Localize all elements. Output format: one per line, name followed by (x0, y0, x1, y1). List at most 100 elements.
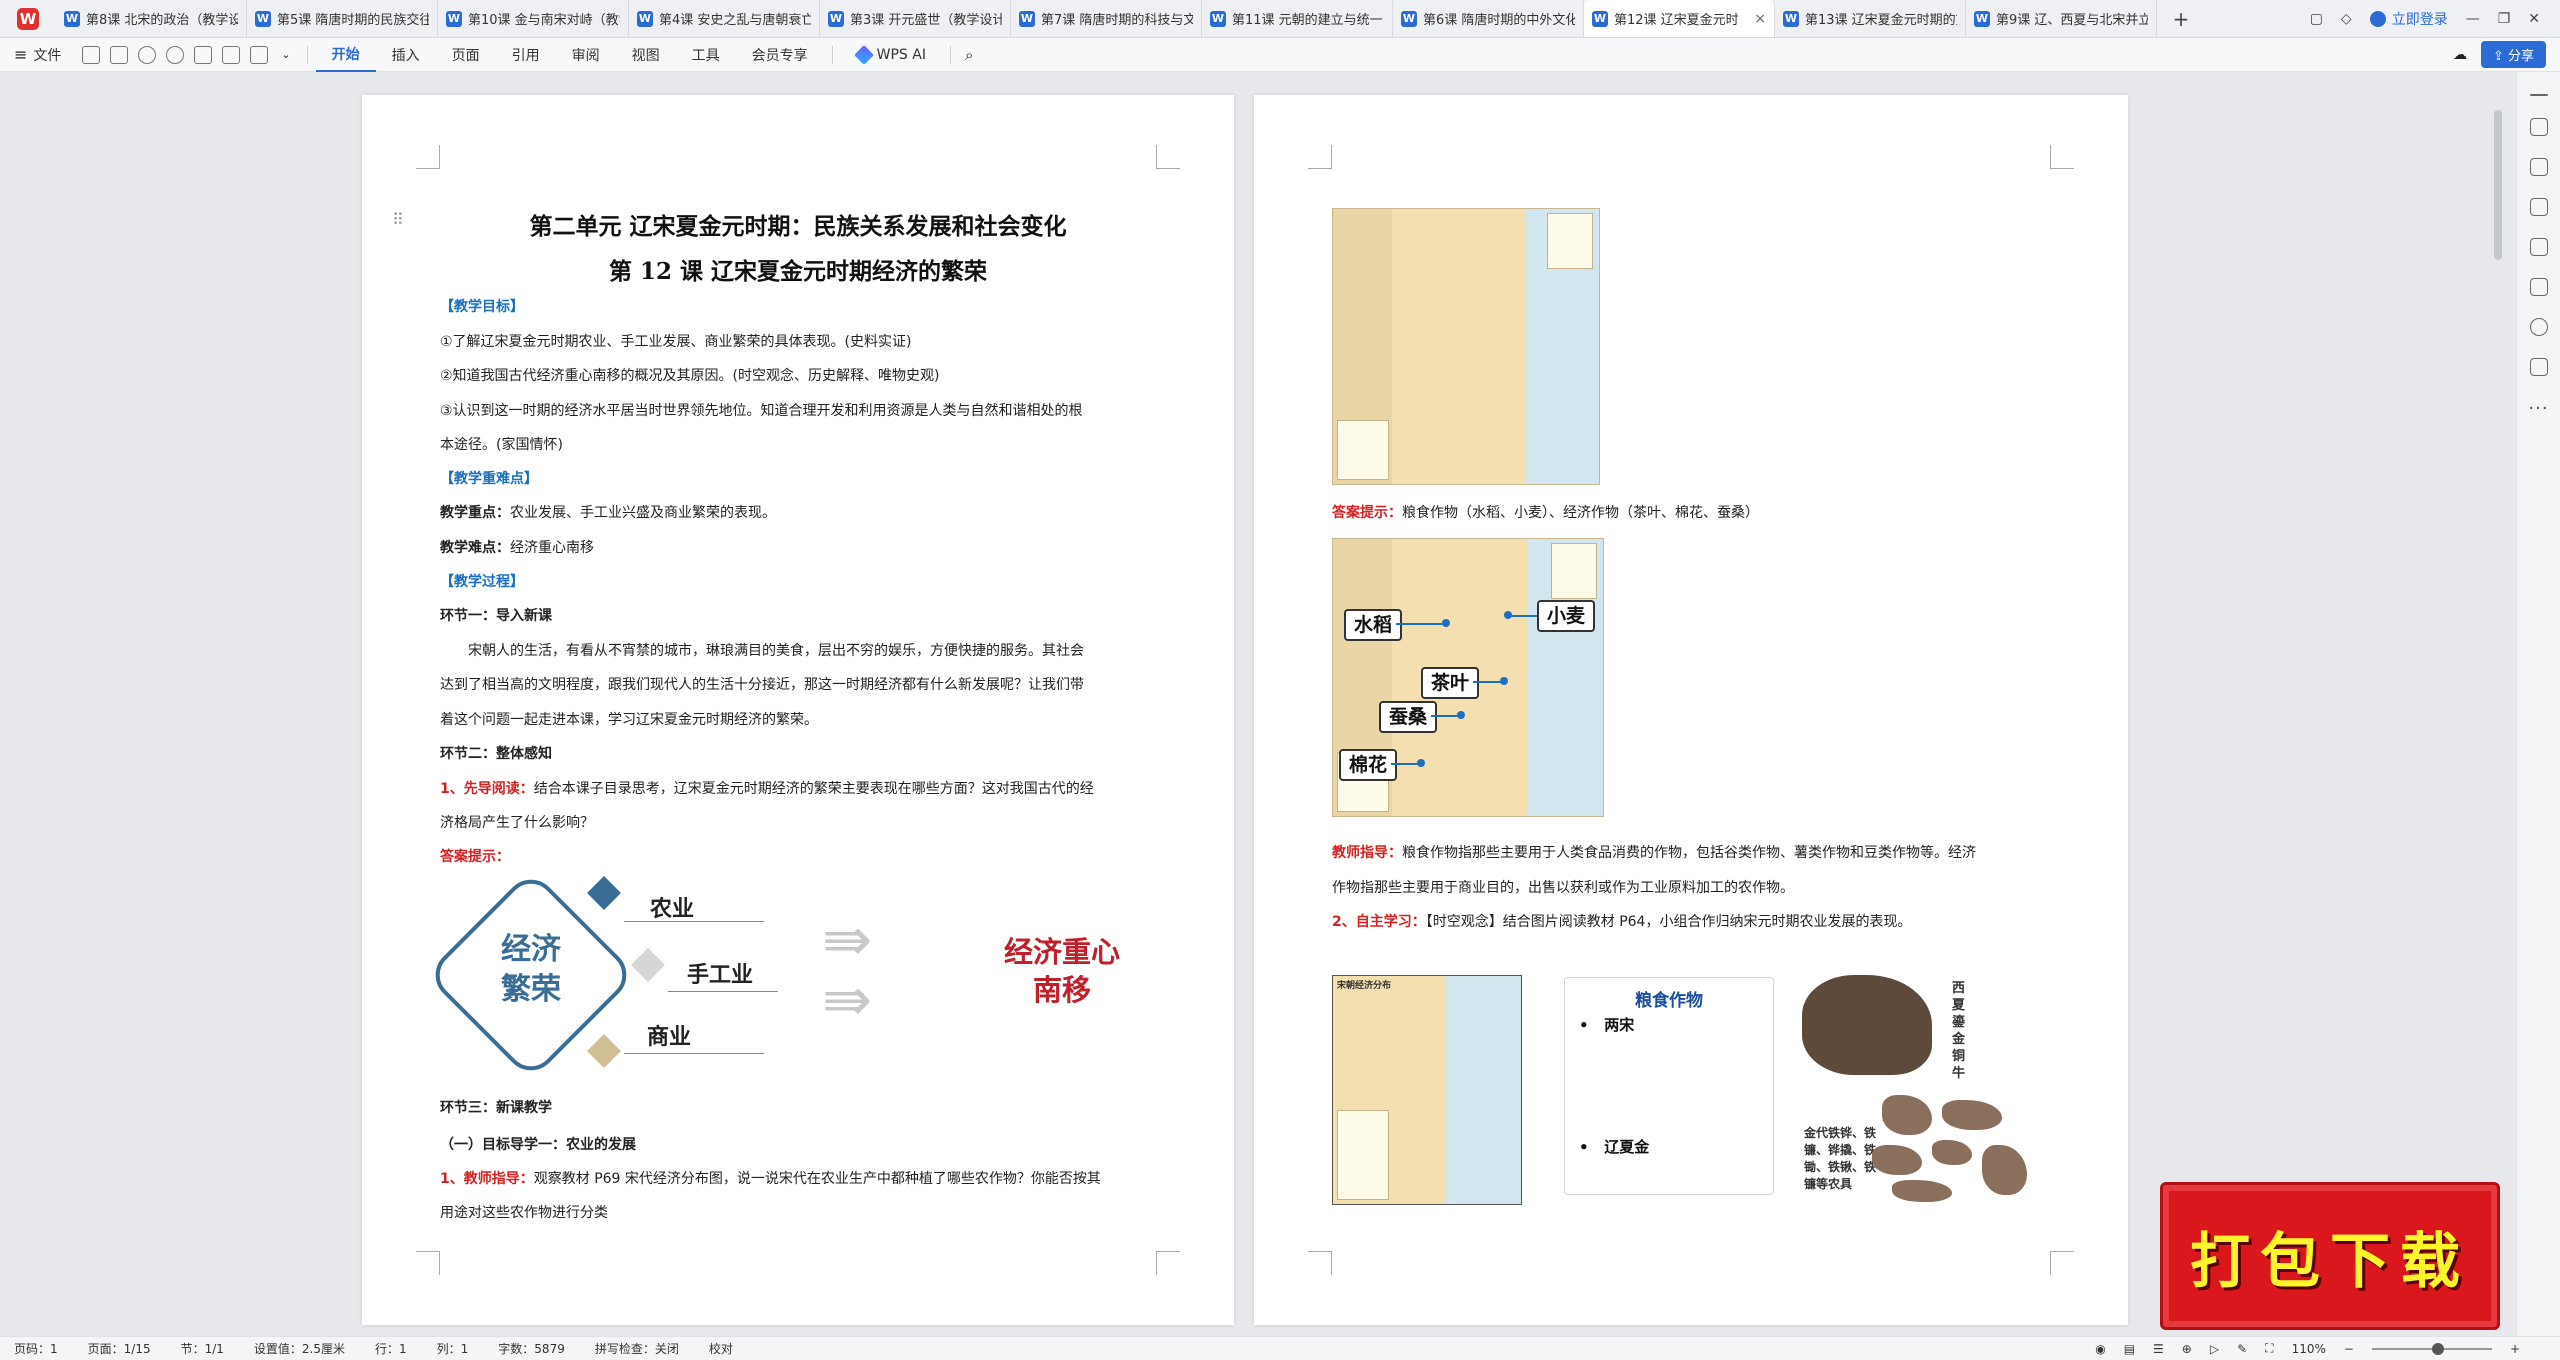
sub-goal-1: （一）目标导学一：农业的发展 (440, 1137, 636, 1153)
diamond-icon (587, 876, 621, 910)
card-item: • 辽夏金 (1579, 1138, 1650, 1156)
doc-tab[interactable]: W第6课 隋唐时期的中外文化交流 (1393, 0, 1584, 37)
undo-icon[interactable] (138, 45, 157, 64)
close-window-icon[interactable]: ✕ (2528, 11, 2540, 27)
doc-tab-active[interactable]: W 第12课 辽宋夏金元时 × (1584, 0, 1775, 37)
status-spell-check[interactable]: 拼写检查：关闭 (595, 1340, 679, 1357)
help-icon[interactable] (2529, 318, 2548, 336)
doc-tab[interactable]: W第10课 金与南宋对峙（教学设计） (438, 0, 629, 37)
status-setting[interactable]: 设置值：2.5厘米 (254, 1340, 345, 1357)
cloud-sync-icon[interactable]: ☁ (2453, 47, 2467, 63)
process-heading: 【教学过程】 (440, 574, 524, 590)
status-bar: 页码：1 页面：1/15 节：1/1 设置值：2.5厘米 行：1 列：1 字数：… (0, 1336, 2560, 1360)
vertical-scrollbar[interactable] (2494, 110, 2502, 260)
wps-logo[interactable]: W (0, 0, 56, 37)
print-preview-icon[interactable] (110, 45, 129, 64)
wps-ai-button[interactable]: WPS AI (841, 44, 942, 65)
teacher-explanation: 作物指那些主要用于商业目的，出售以获利或作为工业原料加工的农作物。 (1332, 880, 1794, 896)
edit-icon[interactable]: ✎ (2237, 1342, 2247, 1356)
fit-icon[interactable]: ⛶ (2265, 1341, 2273, 1356)
redo-icon[interactable] (166, 45, 185, 64)
eye-icon[interactable]: ◉ (2095, 1342, 2105, 1356)
chevron-down-icon[interactable]: ⌄ (281, 48, 290, 61)
status-pages[interactable]: 页面：1/15 (88, 1340, 151, 1357)
shirt-icon[interactable] (2529, 358, 2548, 376)
divider (949, 45, 951, 64)
tab-member[interactable]: 会员专享 (736, 38, 824, 72)
select-cursor-icon[interactable] (2529, 158, 2548, 176)
tab-view[interactable]: 视图 (616, 38, 676, 72)
minus-icon[interactable] (2529, 94, 2548, 96)
status-page-number[interactable]: 页码：1 (14, 1340, 58, 1357)
status-proofread[interactable]: 校对 (709, 1340, 733, 1357)
zoom-out-icon[interactable]: − (2344, 1342, 2354, 1356)
more-icon[interactable]: ··· (2528, 398, 2548, 419)
zoom-slider[interactable] (2371, 1342, 2492, 1355)
doc-tab[interactable]: W第8课 北宋的政治（教学设计） (56, 0, 247, 37)
close-icon[interactable]: × (1754, 11, 1766, 27)
doc-tab[interactable]: W 第9课 辽、西夏与北宋并立 (1966, 0, 2157, 37)
tab-bar: W W第8课 北宋的政治（教学设计） W第5课 隋唐时期的民族交往与交融 W第1… (0, 0, 2560, 38)
minimize-icon[interactable]: — (2466, 11, 2480, 27)
teacher-guide: 1、教师指导：观察教材 P69 宋代经济分布图，说一说宋代在农业生产中都种植了哪… (440, 1171, 1101, 1187)
tab-tools[interactable]: 工具 (676, 38, 736, 72)
tab-layout-icon[interactable]: ▢ (2310, 11, 2323, 27)
zoom-level[interactable]: 110% (2292, 1342, 2326, 1356)
format-painter-icon[interactable] (250, 45, 269, 64)
save-icon[interactable] (82, 45, 101, 64)
step-2-heading: 环节二：整体感知 (440, 746, 552, 762)
goal-1: ①了解辽宋夏金元时期农业、手工业发展、商业繁荣的具体表现。(史料实证) (440, 334, 912, 350)
settings-sliders-icon[interactable] (2529, 198, 2548, 216)
cube-icon[interactable]: ◇ (2341, 11, 2352, 27)
tab-references[interactable]: 引用 (496, 38, 556, 72)
doc-tab[interactable]: W第13课 辽宋夏金元时期的文化 (1775, 0, 1966, 37)
outline-view-icon[interactable]: ☰ (2153, 1342, 2164, 1356)
play-icon[interactable]: ▷ (2210, 1342, 2219, 1356)
download-banner[interactable]: 打包下载 (2160, 1182, 2500, 1330)
wps-logo-icon: W (17, 7, 39, 30)
preread-question: 济格局产生了什么影响？ (440, 815, 594, 831)
song-economy-map (1332, 208, 1600, 485)
file-menu[interactable]: 文件 (33, 38, 77, 72)
doc-tab[interactable]: W 第3课 开元盛世（教学设计） (820, 0, 1011, 37)
tools-icon[interactable] (2529, 278, 2548, 296)
doc-tab[interactable]: W 第11课 元朝的建立与统一 (1202, 0, 1393, 37)
status-right: ◉ ▤ ☰ ⊕ ▷ ✎ ⛶ 110% − + (2095, 1341, 2560, 1356)
location-dot (1500, 677, 1508, 685)
restore-icon[interactable]: ❐ (2498, 11, 2511, 27)
writer-doc-icon: W (1401, 10, 1417, 27)
self-study: 2、自主学习：【时空观念】结合图片阅读教材 P64，小组合作归纳宋元时期农业发展… (1332, 914, 1912, 930)
image-icon[interactable] (2529, 238, 2548, 256)
writer-doc-icon: W (637, 10, 653, 27)
step-3-heading: 环节三：新课教学 (440, 1100, 552, 1116)
export-pdf-icon[interactable] (222, 45, 241, 64)
status-column[interactable]: 列：1 (437, 1340, 469, 1357)
web-view-icon[interactable]: ⊕ (2182, 1342, 2192, 1356)
document-page-2: 答案提示：粮食作物（水稻、小麦）、经济作物（茶叶、棉花、蚕桑） 水稻 小麦 茶叶… (1254, 95, 2128, 1325)
pen-icon[interactable] (2529, 118, 2548, 136)
zoom-in-icon[interactable]: + (2510, 1342, 2520, 1356)
page-view-icon[interactable]: ▤ (2124, 1342, 2135, 1356)
zoom-slider-handle[interactable] (2431, 1342, 2444, 1355)
doc-tab[interactable]: W 第7课 隋唐时期的科技与文化 (1011, 0, 1202, 37)
difficulty-point: 教学难点：经济重心南移 (440, 540, 594, 556)
status-word-count[interactable]: 字数：5879 (498, 1340, 565, 1357)
crop-tag-wheat: 小麦 (1537, 600, 1596, 632)
intro-paragraph: 达到了相当高的文明程度，跟我们现代人的生活十分接近，那这一时期经济都有什么新发展… (440, 677, 1084, 693)
tab-home[interactable]: 开始 (315, 38, 376, 72)
tab-page[interactable]: 页面 (436, 38, 496, 72)
doc-tab[interactable]: W第5课 隋唐时期的民族交往与交融 (247, 0, 438, 37)
share-button[interactable]: ⇪ 分享 (2480, 41, 2546, 68)
status-section[interactable]: 节：1/1 (181, 1340, 224, 1357)
menu-icon[interactable]: ≡ (14, 45, 27, 64)
new-tab-button[interactable]: + (2157, 0, 2205, 37)
song-economy-distribution-map: 宋朝经济分布 (1332, 975, 1522, 1205)
search-icon[interactable]: ⌕ (965, 46, 973, 64)
tab-insert[interactable]: 插入 (376, 38, 436, 72)
status-row[interactable]: 行：1 (375, 1340, 407, 1357)
crop-tag-rice: 水稻 (1344, 609, 1403, 641)
login-button[interactable]: 立即登录 (2369, 9, 2448, 29)
print-icon[interactable] (194, 45, 213, 64)
doc-tab[interactable]: W 第4课 安史之乱与唐朝衰亡 (629, 0, 820, 37)
tab-review[interactable]: 审阅 (556, 38, 616, 72)
